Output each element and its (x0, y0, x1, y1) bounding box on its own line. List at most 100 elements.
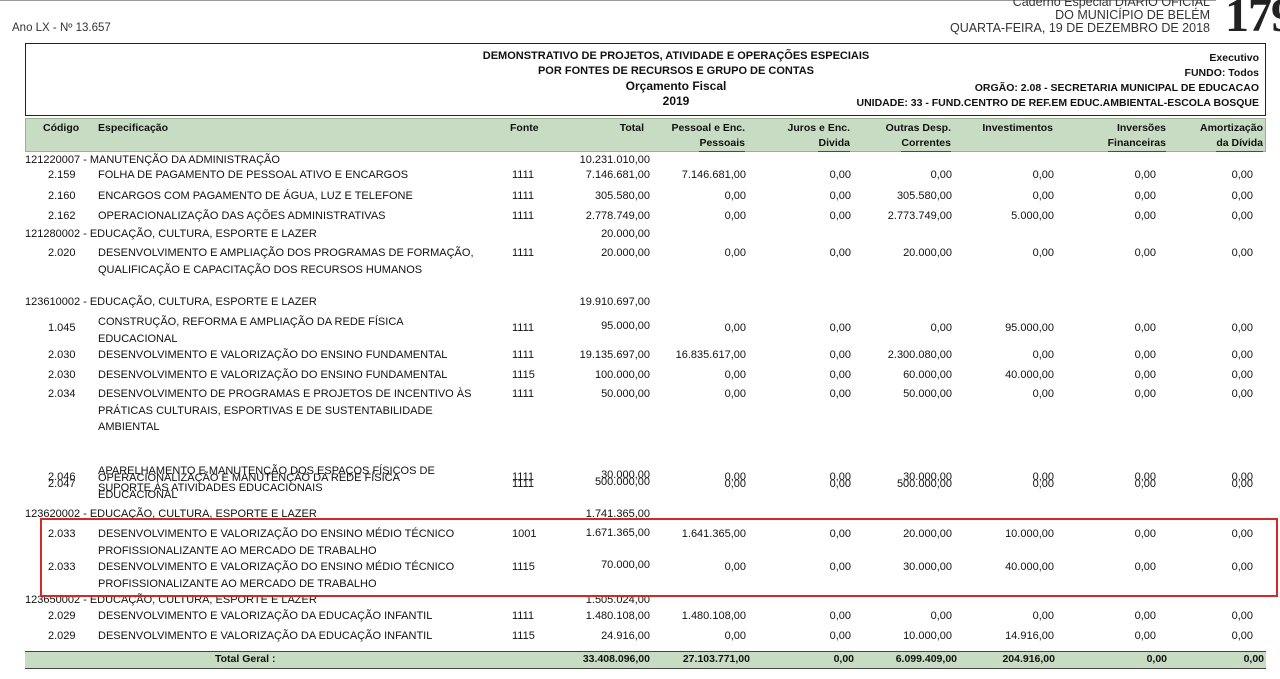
cell-especificacao: OPERACIONALIZAÇÃO E MANUTENÇÃO DA REDE F… (98, 472, 400, 501)
cell-fonte: 1111 (512, 190, 535, 202)
cell-pessoal: 0,00 (724, 247, 746, 259)
cell-juros: 0,00 (829, 322, 851, 334)
orgao: ORGÃO: 2.08 - SECRETARIA MUNICIPAL DE ED… (974, 82, 1259, 94)
cell-especificacao: DESENVOLVIMENTO E VALORIZAÇÃO DA EDUCAÇÃ… (98, 610, 433, 622)
cell-invest: 0,00 (1032, 388, 1054, 400)
total-outras: 6.099.409,00 (895, 653, 957, 665)
col-investimentos: Investimentos (982, 122, 1053, 134)
cell-inversoes: 0,00 (1134, 388, 1156, 400)
publication-date: QUARTA-FEIRA, 19 DE DEZEMBRO DE 2018 (949, 21, 1210, 35)
cell-juros: 0,00 (829, 190, 851, 202)
cell-total: 1.480.108,00 (585, 610, 650, 622)
cell-juros: 0,00 (829, 349, 851, 361)
page-number: 179 (1225, 0, 1280, 42)
group-total: 20.000,00 (601, 228, 650, 240)
total-inversoes: 0,00 (1146, 653, 1167, 665)
col-pessoal: Pessoal e Enc. Pessoais (671, 121, 745, 152)
total-total: 33.408.096,00 (582, 653, 650, 665)
col-amortizacao-1: Amortização (1199, 122, 1263, 134)
cell-codigo: 1.045 (48, 322, 76, 334)
col-pessoal-1: Pessoal e Enc. (671, 122, 745, 134)
report-title-box: DEMONSTRATIVO DE PROJETOS, ATIVIDADE E O… (25, 43, 1266, 116)
cell-invest: 0,00 (1032, 247, 1054, 259)
cell-amort: 0,00 (1231, 478, 1253, 490)
cell-especificacao: DESENVOLVIMENTO E VALORIZAÇÃO DO ENSINO … (98, 349, 448, 361)
cell-fonte: 1111 (512, 610, 535, 622)
cell-especificacao: ENCARGOS COM PAGAMENTO DE ÁGUA, LUZ E TE… (98, 190, 413, 202)
total-row: Total Geral : 33.408.096,00 27.103.771,0… (25, 651, 1266, 669)
cell-especificacao: FOLHA DE PAGAMENTO DE PESSOAL ATIVO E EN… (98, 169, 409, 181)
cell-juros: 0,00 (829, 478, 851, 490)
total-investimentos: 204.916,00 (1002, 653, 1055, 665)
col-juros-1: Juros e Enc. (787, 122, 850, 134)
cell-fonte: 1111 (512, 322, 535, 334)
total-amortizacao: 0,00 (1243, 653, 1264, 665)
cell-especificacao: DESENVOLVIMENTO DE PROGRAMAS E PROJETOS … (98, 388, 472, 433)
col-codigo: Código (43, 122, 80, 134)
cell-juros: 0,00 (829, 210, 851, 222)
unidade: UNIDADE: 33 - FUND.CENTRO DE REF.EM EDUC… (856, 97, 1259, 109)
cell-especificacao: DESENVOLVIMENTO E VALORIZAÇÃO DO ENSINO … (98, 369, 448, 381)
col-especificacao: Especificação (98, 122, 169, 134)
cell-total: 2.778.749,00 (585, 210, 650, 222)
cell-invest: 0,00 (1032, 349, 1054, 361)
cell-amort: 0,00 (1231, 210, 1253, 222)
cell-fonte: 1111 (512, 388, 535, 400)
column-header: Código Especificação Fonte Total Pessoal… (25, 118, 1266, 152)
cell-inversoes: 0,00 (1134, 210, 1156, 222)
cell-invest: 40.000,00 (1005, 369, 1054, 381)
cell-amort: 0,00 (1231, 349, 1253, 361)
cell-inversoes: 0,00 (1134, 349, 1156, 361)
cell-pessoal: 0,00 (724, 210, 746, 222)
cell-codigo: 2.030 (48, 349, 76, 361)
col-outras-1: Outras Desp. (885, 122, 951, 134)
cell-amort: 0,00 (1231, 369, 1253, 381)
cell-total: 95.000,00 (601, 320, 650, 332)
cell-inversoes: 0,00 (1134, 478, 1156, 490)
cell-invest: 0,00 (1032, 190, 1054, 202)
cell-codigo: 2.029 (48, 610, 76, 622)
cell-juros: 0,00 (829, 247, 851, 259)
col-pessoal-2: Pessoais (699, 136, 745, 152)
cell-invest: 0,00 (1032, 610, 1054, 622)
cell-inversoes: 0,00 (1134, 630, 1156, 642)
cell-outras: 0,00 (930, 322, 952, 334)
cell-pessoal: 0,00 (724, 478, 746, 490)
col-inversoes-2: Financeiras (1107, 136, 1166, 152)
cell-total: 500.000,00 (594, 476, 650, 488)
cell-codigo: 2.034 (48, 388, 76, 400)
cell-fonte: 1115 (512, 369, 535, 381)
col-amortizacao-2: da Dívida (1216, 136, 1263, 152)
cell-amort: 0,00 (1231, 388, 1253, 400)
col-outras: Outras Desp. Correntes (886, 121, 951, 152)
cell-pessoal: 0,00 (724, 630, 746, 642)
fundo: FUNDO: Todos (1184, 67, 1259, 79)
cell-codigo: 2.020 (48, 247, 76, 259)
total-pessoal: 27.103.771,00 (682, 653, 750, 665)
cell-outras: 60.000,00 (903, 369, 952, 381)
cell-amort: 0,00 (1231, 322, 1253, 334)
cell-fonte: 1111 (512, 169, 535, 181)
col-amortizacao: Amortização da Dívida (1200, 121, 1263, 152)
total-label: Total Geral : (215, 653, 276, 665)
col-inversoes-1: Inversões (1116, 122, 1166, 134)
cell-outras: 20.000,00 (903, 247, 952, 259)
cell-inversoes: 0,00 (1134, 190, 1156, 202)
cell-pessoal: 16.835.617,00 (675, 349, 746, 361)
cell-invest: 0,00 (1032, 478, 1054, 490)
cell-fonte: 1111 (512, 210, 535, 222)
cell-codigo: 2.030 (48, 369, 76, 381)
cell-outras: 0,00 (930, 169, 952, 181)
col-total: Total (619, 122, 644, 134)
cell-outras: 2.773.749,00 (887, 210, 952, 222)
total-juros: 0,00 (833, 653, 854, 665)
cell-fonte: 1111 (512, 247, 535, 259)
cell-invest: 5.000,00 (1011, 210, 1054, 222)
cell-total: 19.135.697,00 (579, 349, 650, 361)
cell-inversoes: 0,00 (1134, 169, 1156, 181)
cell-invest: 95.000,00 (1005, 322, 1054, 334)
cell-inversoes: 0,00 (1134, 369, 1156, 381)
cell-outras: 50.000,00 (903, 388, 952, 400)
cell-total: 20.000,00 (601, 247, 650, 259)
cell-juros: 0,00 (829, 169, 851, 181)
